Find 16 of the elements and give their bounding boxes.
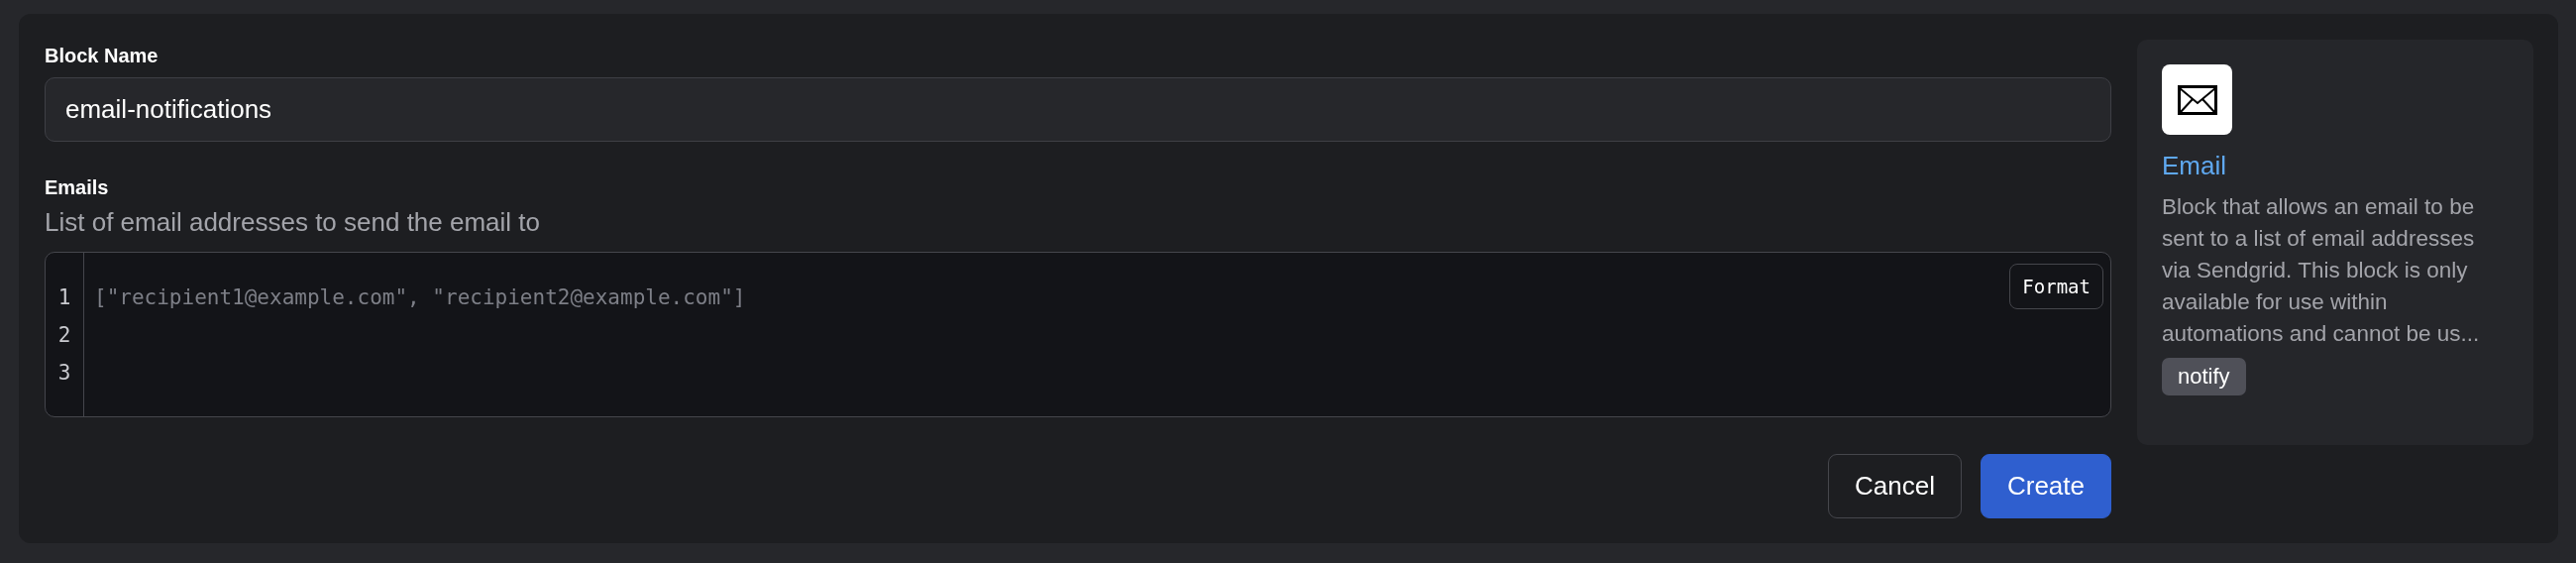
- line-number: 3: [57, 360, 71, 387]
- code-placeholder: ["recipient1@example.com", "recipient2@example.com"]: [94, 284, 746, 311]
- create-button[interactable]: Create: [1980, 454, 2111, 518]
- field-description: List of email addresses to send the email to: [45, 207, 541, 238]
- block-description: Block that allows an email to be sent to a list of email addresses via Sendgrid. This block is only available for use within automations and cannot be us...: [2162, 193, 2481, 348]
- line-number: 1: [57, 284, 71, 311]
- block-title: Email: [2162, 151, 2226, 181]
- block-name-field[interactable]: email-notifications: [45, 77, 2111, 142]
- envelope-icon: [2177, 84, 2217, 115]
- format-button[interactable]: Format: [2009, 264, 2103, 309]
- tag-badge: notify: [2162, 358, 2246, 395]
- cancel-button[interactable]: Cancel: [1828, 454, 1962, 518]
- line-number: 2: [57, 322, 71, 349]
- field-label: Block Name: [45, 44, 159, 67]
- code-input-field[interactable]: ["recipient1@example.com", "recipient2@example.com"]: [84, 253, 2010, 416]
- field-label: Emails: [45, 175, 109, 199]
